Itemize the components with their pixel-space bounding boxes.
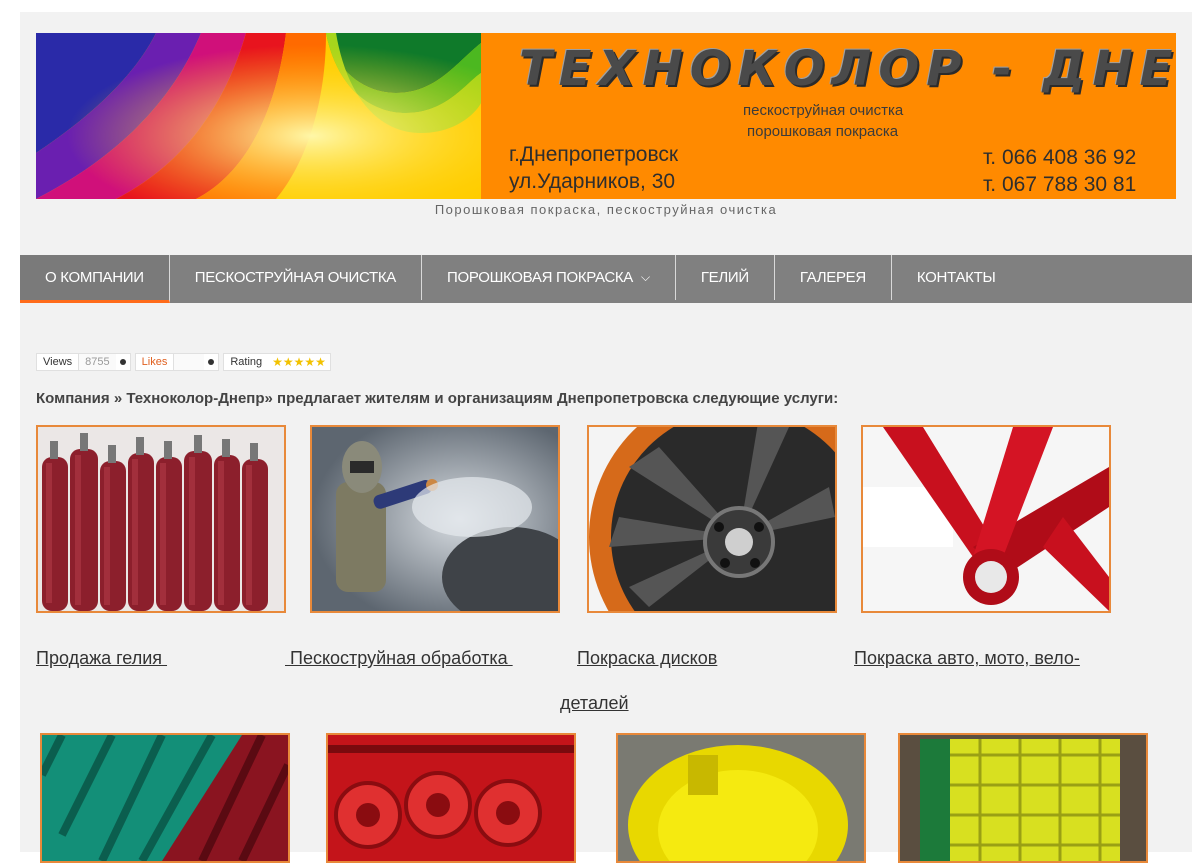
painted-wheel-image[interactable]	[587, 425, 837, 613]
service-link-sandblasting[interactable]: Пескоструйная обработка	[285, 648, 513, 669]
chevron-down-icon: ⌵	[641, 270, 650, 284]
yellow-drum-illustration	[618, 735, 864, 861]
rainbow-swirl-image	[36, 33, 481, 199]
service-link-helium[interactable]: Продажа гелия	[36, 648, 167, 669]
likes-stat[interactable]: Likes	[134, 353, 220, 371]
banner-city: г.Днепропетровск	[509, 143, 679, 166]
red-parts-illustration	[328, 735, 574, 861]
painted-frame-image[interactable]	[861, 425, 1111, 613]
helium-cylinders-image[interactable]	[36, 425, 286, 613]
nav-label: О КОМПАНИИ	[45, 269, 144, 286]
frame-illustration	[863, 427, 1109, 611]
banner-service-2: порошковая покраска	[747, 123, 899, 140]
nav-item-sandblasting[interactable]: ПЕСКОСТРУЙНАЯ ОЧИСТКА	[170, 255, 422, 300]
profiled-sheet-image[interactable]	[40, 733, 290, 863]
post-stats: Views 8755 Likes Rating ★★★★★	[36, 353, 335, 371]
views-stat: Views 8755	[36, 353, 131, 371]
dot-icon	[119, 359, 126, 365]
nav-item-gallery[interactable]: ГАЛЕРЕЯ	[775, 255, 892, 300]
banner-info-panel: ТЕХНОКОЛОР - ДНЕПР пескоструйная очистка…	[481, 33, 1176, 199]
yellow-drum-image[interactable]	[616, 733, 866, 863]
profiled-sheet-illustration	[42, 735, 288, 861]
header-banner[interactable]: ТЕХНОКОЛОР - ДНЕПР пескоструйная очистка…	[36, 33, 1176, 199]
yellow-mesh-illustration	[900, 735, 1146, 861]
views-label: Views	[43, 356, 73, 368]
sandblasting-worker-image[interactable]	[310, 425, 560, 613]
nav-item-helium[interactable]: ГЕЛИЙ	[676, 255, 775, 300]
yellow-mesh-image[interactable]	[898, 733, 1148, 863]
nav-label: ПОРОШКОВАЯ ПОКРАСКА	[446, 269, 634, 286]
cylinders-illustration	[38, 427, 284, 611]
sandblasting-illustration	[312, 427, 558, 611]
nav-item-powder-coating[interactable]: ПОРОШКОВАЯ ПОКРАСКА ⌵	[422, 255, 676, 300]
views-count: 8755	[78, 354, 116, 370]
nav-item-contacts[interactable]: КОНТАКТЫ	[892, 255, 1021, 300]
rating-stat: Rating ★★★★★	[223, 353, 331, 371]
star-rating-icon[interactable]: ★★★★★	[268, 355, 330, 369]
banner-phone-1: т. 066 408 36 92	[983, 146, 1137, 169]
nav-item-about[interactable]: О КОМПАНИИ	[20, 255, 170, 303]
site-tagline: Порошковая покраска, пескоструйная очист…	[434, 202, 778, 217]
dot-icon	[208, 359, 215, 365]
banner-street: ул.Ударников, 30	[509, 170, 676, 193]
banner-phone-2: т. 067 788 30 81	[983, 173, 1137, 196]
site-logo[interactable]: ТЕХНОКОЛОР - ДНЕПР	[519, 41, 1176, 97]
nav-label: ГЕЛИЙ	[700, 269, 749, 286]
service-link-auto-continued[interactable]: деталей	[560, 693, 629, 714]
wheel-illustration	[589, 427, 835, 611]
intro-text: Компания » Технoколор-Днепр» предлагает …	[36, 390, 839, 407]
service-link-auto[interactable]: Покраска авто, мото, вело-	[854, 648, 1080, 669]
main-nav: О КОМПАНИИ ПЕСКОСТРУЙНАЯ ОЧИСТКА ПОРОШКО…	[20, 255, 1192, 303]
service-link-wheels[interactable]: Покраска дисков	[577, 648, 717, 669]
nav-label: КОНТАКТЫ	[916, 269, 996, 286]
banner-service-1: пескоструйная очистка	[743, 102, 904, 119]
red-parts-image[interactable]	[326, 733, 576, 863]
rating-label: Rating	[230, 356, 263, 368]
likes-count	[173, 354, 205, 370]
page-container: ТЕХНОКОЛОР - ДНЕПР пескоструйная очистка…	[20, 12, 1192, 863]
nav-label: ГАЛЕРЕЯ	[799, 269, 866, 286]
nav-label: ПЕСКОСТРУЙНАЯ ОЧИСТКА	[194, 269, 397, 286]
likes-label[interactable]: Likes	[136, 356, 174, 368]
